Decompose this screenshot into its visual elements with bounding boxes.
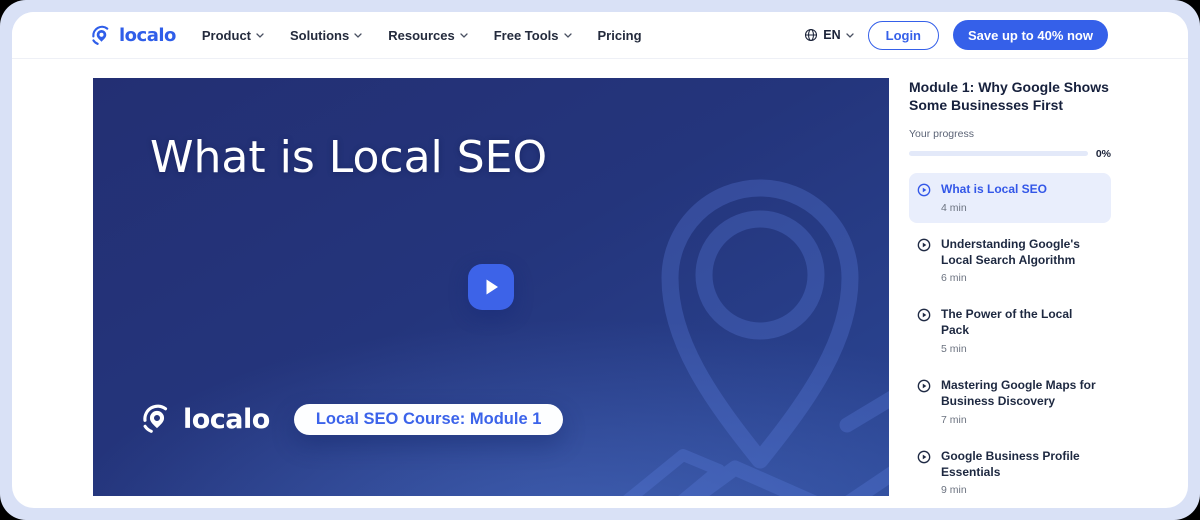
- page: localo Product Solutions Resources Free Too…: [12, 12, 1188, 508]
- nav-left: localo Product Solutions Resources Free Too…: [90, 24, 642, 47]
- logo-wordmark: localo: [119, 25, 176, 46]
- lesson-text: Understanding Google's Local Search Algo…: [941, 237, 1103, 285]
- lesson-text: What is Local SEO 4 min: [941, 182, 1047, 214]
- module-title: Module 1: Why Google Shows Some Business…: [909, 78, 1111, 115]
- login-button[interactable]: Login: [868, 21, 939, 50]
- language-label: EN: [823, 28, 840, 42]
- nav-item-resources[interactable]: Resources: [388, 28, 467, 43]
- chevron-down-icon: [846, 33, 854, 38]
- lesson-duration: 9 min: [941, 484, 1103, 496]
- lesson-item[interactable]: Understanding Google's Local Search Algo…: [909, 228, 1111, 294]
- chevron-down-icon: [354, 33, 362, 38]
- nav-item-label: Resources: [388, 28, 454, 43]
- localo-pin-icon-white: [140, 402, 174, 436]
- video-footer: localo Local SEO Course: Module 1: [140, 402, 563, 436]
- video-player[interactable]: What is Local SEO: [93, 78, 889, 496]
- play-circle-icon: [917, 238, 931, 252]
- nav-item-free-tools[interactable]: Free Tools: [494, 28, 572, 43]
- lesson-text: The Power of the Local Pack 5 min: [941, 307, 1103, 355]
- play-circle-icon: [917, 308, 931, 322]
- nav-right: EN Login Save up to 40% now: [804, 20, 1108, 50]
- lesson-item[interactable]: What is Local SEO 4 min: [909, 173, 1111, 223]
- lesson-list: What is Local SEO 4 min Understanding Goog…: [909, 173, 1111, 508]
- play-circle-icon: [917, 379, 931, 393]
- language-selector[interactable]: EN: [804, 28, 853, 42]
- progress-label: Your progress: [909, 128, 1111, 140]
- chevron-down-icon: [256, 33, 264, 38]
- progress-value: 0%: [1096, 148, 1111, 160]
- lesson-duration: 7 min: [941, 414, 1103, 426]
- localo-logo[interactable]: localo: [90, 24, 176, 47]
- nav-item-label: Product: [202, 28, 251, 43]
- top-nav: localo Product Solutions Resources Free Too…: [12, 12, 1188, 59]
- course-sidebar: Module 1: Why Google Shows Some Business…: [909, 78, 1111, 508]
- lesson-title: Understanding Google's Local Search Algo…: [941, 237, 1103, 269]
- content-row: What is Local SEO: [12, 59, 1188, 508]
- nav-item-solutions[interactable]: Solutions: [290, 28, 362, 43]
- nav-menu: Product Solutions Resources Free Tools Prici…: [202, 28, 642, 43]
- map-pin-watermark-icon: [595, 130, 889, 496]
- lesson-item[interactable]: Mastering Google Maps for Business Disco…: [909, 369, 1111, 435]
- nav-item-label: Pricing: [598, 28, 642, 43]
- nav-item-label: Solutions: [290, 28, 349, 43]
- nav-item-label: Free Tools: [494, 28, 559, 43]
- lesson-title: Mastering Google Maps for Business Disco…: [941, 378, 1103, 410]
- lesson-item[interactable]: Google Business Profile Essentials 9 min: [909, 440, 1111, 506]
- lesson-text: Google Business Profile Essentials 9 min: [941, 449, 1103, 497]
- lesson-title: The Power of the Local Pack: [941, 307, 1103, 339]
- browser-frame: localo Product Solutions Resources Free Too…: [0, 0, 1200, 520]
- play-button[interactable]: [468, 264, 514, 310]
- play-circle-icon: [917, 450, 931, 464]
- lesson-title: What is Local SEO: [941, 182, 1047, 198]
- play-icon: [483, 278, 500, 296]
- localo-pin-icon: [90, 24, 113, 47]
- progress-bar: [909, 151, 1088, 156]
- nav-item-pricing[interactable]: Pricing: [598, 28, 642, 43]
- lesson-duration: 6 min: [941, 272, 1103, 284]
- video-title: What is Local SEO: [150, 128, 620, 189]
- lesson-duration: 5 min: [941, 343, 1103, 355]
- lesson-title: Google Business Profile Essentials: [941, 449, 1103, 481]
- course-module-badge: Local SEO Course: Module 1: [294, 404, 564, 435]
- video-localo-logo: localo: [140, 402, 270, 436]
- save-discount-button[interactable]: Save up to 40% now: [953, 20, 1108, 50]
- progress-row: 0%: [909, 148, 1111, 160]
- play-circle-icon: [917, 183, 931, 197]
- lesson-text: Mastering Google Maps for Business Disco…: [941, 378, 1103, 426]
- chevron-down-icon: [460, 33, 468, 38]
- globe-icon: [804, 28, 818, 42]
- chevron-down-icon: [564, 33, 572, 38]
- lesson-duration: 4 min: [941, 202, 1047, 214]
- lesson-item[interactable]: The Power of the Local Pack 5 min: [909, 298, 1111, 364]
- nav-item-product[interactable]: Product: [202, 28, 264, 43]
- video-logo-wordmark: localo: [183, 404, 270, 435]
